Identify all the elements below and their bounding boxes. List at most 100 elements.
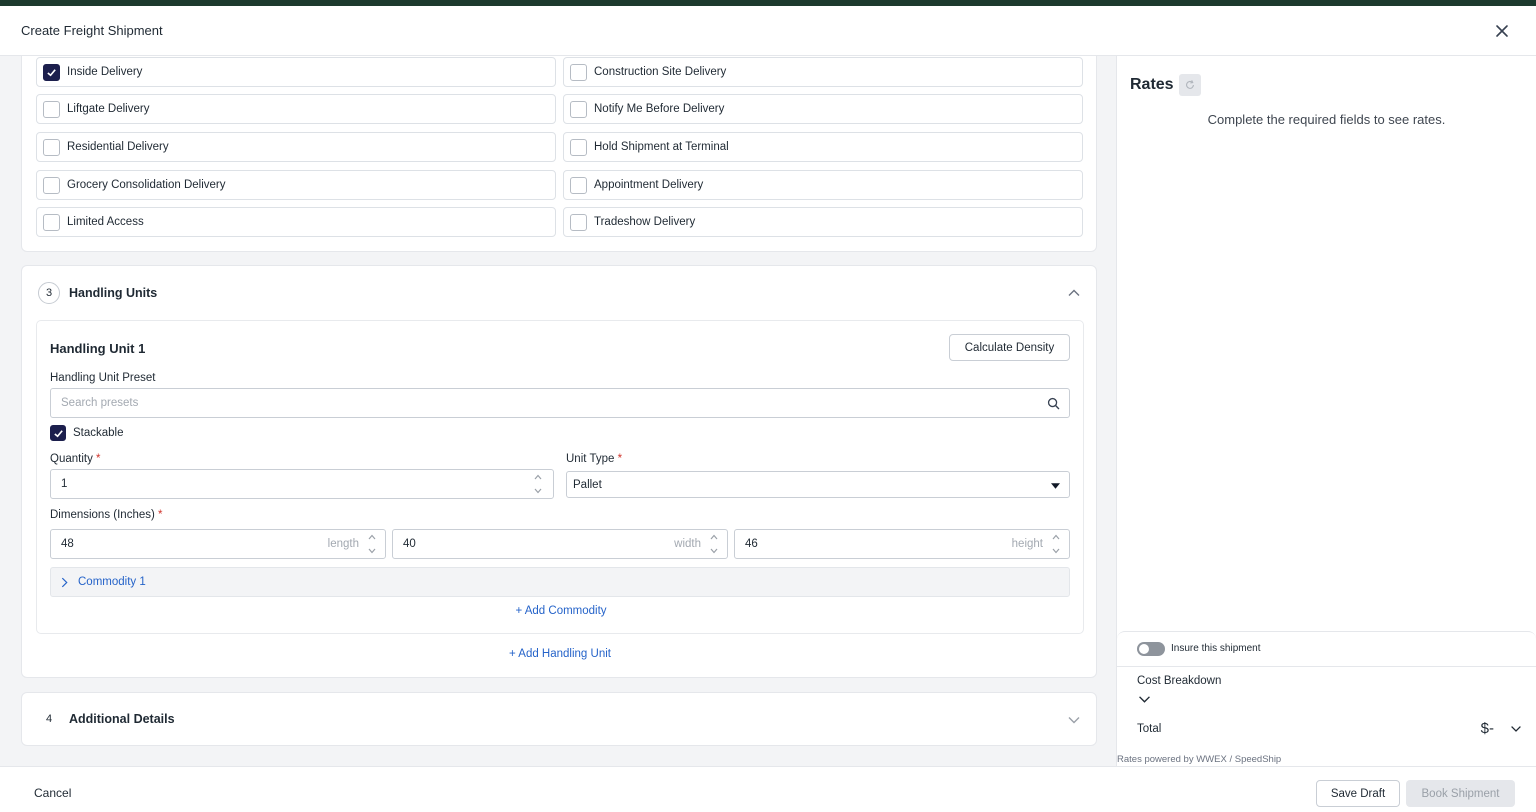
checkbox[interactable] [570,213,587,231]
step-number: 3 [38,282,60,304]
chevron-down-icon[interactable] [1138,695,1151,704]
option-limited-access[interactable]: Limited Access [36,207,556,237]
option-label: Inside Delivery [67,66,143,78]
dimensions-label-text: Dimensions (Inches) [50,509,155,521]
option-tradeshow-delivery[interactable]: Tradeshow Delivery [563,207,1083,237]
width-input[interactable]: 40 width [392,529,728,559]
option-inside-delivery[interactable]: Inside Delivery [36,57,556,87]
chevron-down-icon[interactable] [1510,725,1522,733]
option-residential-delivery[interactable]: Residential Delivery [36,132,556,162]
check-icon [53,429,63,437]
checkbox[interactable] [570,100,587,118]
option-label: Residential Delivery [67,141,169,153]
handling-units-card: 3 Handling Units Handling Unit 1 Calcula… [21,265,1097,678]
cancel-button[interactable]: Cancel [34,786,71,800]
add-handling-unit-link[interactable]: + Add Handling Unit [22,648,1098,660]
save-draft-button[interactable]: Save Draft [1316,780,1400,807]
quantity-label-text: Quantity [50,453,93,465]
modal-header: Create Freight Shipment [0,6,1536,56]
checkbox[interactable] [570,176,587,194]
checkbox[interactable] [43,63,60,81]
cost-panel: Insure this shipment Cost Breakdown Tota… [1117,631,1536,766]
checkbox[interactable] [570,63,587,81]
checkbox[interactable] [570,138,587,156]
caret-down-icon[interactable] [1052,548,1060,554]
add-commodity-link[interactable]: + Add Commodity [37,605,1085,617]
handling-unit-title: Handling Unit 1 [50,341,146,356]
option-label: Tradeshow Delivery [594,216,696,228]
unit-type-value: Pallet [573,478,602,491]
width-suffix: width [674,538,701,550]
option-hold-at-terminal[interactable]: Hold Shipment at Terminal [563,132,1083,162]
book-shipment-button[interactable]: Book Shipment [1406,780,1515,807]
quantity-spinner[interactable] [533,474,543,494]
preset-search-input[interactable]: Search presets [50,388,1070,418]
modal-title: Create Freight Shipment [21,23,163,38]
length-input[interactable]: 48 length [50,529,386,559]
unit-type-label: Unit Type * [566,453,623,465]
rates-powered-by: Rates powered by WWEX / SpeedShip [1117,754,1282,765]
caret-up-icon[interactable] [1052,534,1060,540]
option-label: Grocery Consolidation Delivery [67,179,226,191]
insure-label: Insure this shipment [1171,643,1261,654]
caret-down-icon[interactable] [534,488,542,494]
chevron-right-icon [61,577,68,587]
section-title: Handling Units [69,286,158,300]
unit-type-label-text: Unit Type [566,453,615,465]
search-icon [1047,397,1060,410]
checkbox[interactable] [43,100,60,118]
total-value: $- [1480,720,1494,737]
caret-up-icon[interactable] [368,534,376,540]
refresh-icon [1185,80,1194,89]
modal-footer: Cancel Save Draft Book Shipment [0,766,1536,812]
stackable-checkbox[interactable] [50,425,66,441]
commodity-label: Commodity 1 [78,576,146,588]
cost-breakdown-label: Cost Breakdown [1137,675,1222,687]
caret-up-icon[interactable] [710,534,718,540]
option-appointment-delivery[interactable]: Appointment Delivery [563,170,1083,200]
height-value: 46 [745,538,758,550]
option-construction-site-delivery[interactable]: Construction Site Delivery [563,57,1083,87]
shipment-form[interactable]: Inside Delivery Construction Site Delive… [0,56,1117,766]
height-suffix: height [1011,538,1043,550]
caret-down-icon [1051,483,1060,489]
option-grocery-consolidation[interactable]: Grocery Consolidation Delivery [36,170,556,200]
width-value: 40 [403,538,416,550]
refresh-rates-button[interactable] [1178,74,1201,96]
width-spinner[interactable] [709,534,719,554]
checkbox[interactable] [43,138,60,156]
calculate-density-button[interactable]: Calculate Density [949,334,1070,361]
option-liftgate-delivery[interactable]: Liftgate Delivery [36,94,556,124]
chevron-down-icon[interactable] [1067,713,1081,727]
quantity-value: 1 [61,478,68,490]
handling-unit-1: Handling Unit 1 Calculate Density Handli… [36,320,1084,634]
chevron-up-icon[interactable] [1067,286,1081,300]
quantity-stepper[interactable]: 1 [50,469,554,499]
unit-type-select[interactable]: Pallet [566,471,1070,498]
height-input[interactable]: 46 height [734,529,1070,559]
caret-down-icon[interactable] [710,548,718,554]
additional-details-card[interactable]: 4 Additional Details [21,692,1097,746]
quantity-label: Quantity * [50,453,101,465]
preset-label: Handling Unit Preset [50,372,156,384]
stackable-label: Stackable [73,427,124,439]
handling-units-header[interactable]: 3 Handling Units [38,282,157,304]
stackable-checkbox-row[interactable]: Stackable [50,425,124,441]
step-number: 4 [38,708,60,730]
check-icon [47,68,56,76]
delivery-options-card: Inside Delivery Construction Site Delive… [21,56,1097,252]
option-notify-before-delivery[interactable]: Notify Me Before Delivery [563,94,1083,124]
length-value: 48 [61,538,74,550]
length-spinner[interactable] [367,534,377,554]
insure-toggle[interactable] [1137,642,1165,656]
additional-details-header[interactable]: 4 Additional Details [38,708,175,730]
commodity-1-accordion[interactable]: Commodity 1 [50,567,1070,597]
checkbox[interactable] [43,176,60,194]
caret-up-icon[interactable] [534,474,542,480]
option-label: Liftgate Delivery [67,103,150,115]
close-button[interactable] [1492,21,1512,41]
rates-title: Rates [1130,74,1201,96]
caret-down-icon[interactable] [368,548,376,554]
height-spinner[interactable] [1051,534,1061,554]
checkbox[interactable] [43,213,60,231]
